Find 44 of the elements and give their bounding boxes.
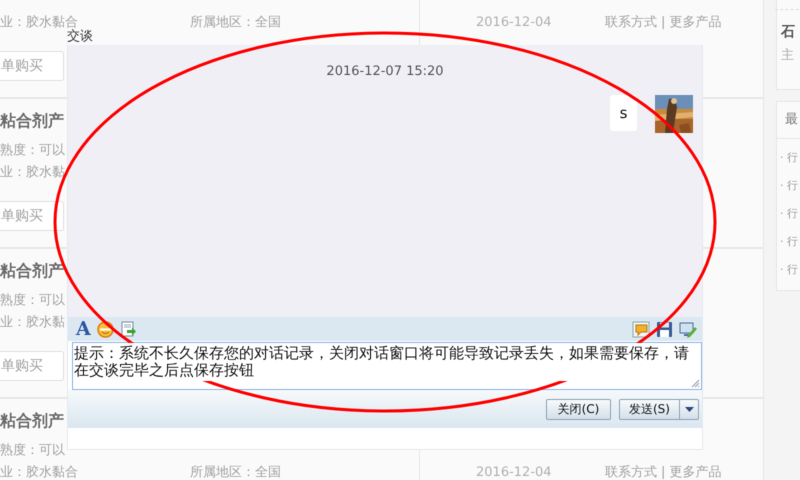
news-item[interactable]: · 行 bbox=[780, 256, 798, 284]
resize-grip-icon bbox=[691, 379, 700, 388]
news-item[interactable]: · 行 bbox=[780, 228, 798, 256]
region-text: 所属地区：全国 bbox=[190, 14, 281, 32]
company-name[interactable]: 石 bbox=[781, 22, 800, 42]
buy-button[interactable]: 单购买 bbox=[0, 201, 64, 231]
industry-text: 业：胶水黏 bbox=[0, 314, 65, 332]
buy-button[interactable]: 单购买 bbox=[0, 51, 64, 81]
news-item[interactable]: · 行 bbox=[780, 172, 798, 200]
product-title[interactable]: 粘合剂产 bbox=[0, 111, 64, 131]
more-products-link[interactable]: 更多产品 bbox=[669, 11, 722, 34]
news-item[interactable]: · 行 bbox=[780, 144, 798, 172]
region-text: 所属地区：全国 bbox=[190, 464, 281, 480]
section-title: 最 bbox=[785, 112, 798, 127]
more-products-link[interactable]: 更多产品 bbox=[669, 461, 722, 480]
send-button[interactable]: 发送(S) bbox=[619, 398, 680, 420]
business-text: 主 bbox=[781, 47, 795, 65]
link-separator: | bbox=[661, 14, 666, 32]
monitor-edit-icon[interactable] bbox=[679, 320, 697, 338]
chat-history-icon[interactable] bbox=[632, 320, 650, 338]
date-text: 2016-12-04 bbox=[476, 14, 552, 32]
maturity-text: 熟度：可以 bbox=[0, 292, 65, 310]
link-separator: | bbox=[661, 464, 666, 480]
export-file-icon[interactable] bbox=[120, 320, 137, 338]
caret-icon bbox=[684, 406, 694, 412]
maturity-text: 熟度：可以 bbox=[0, 442, 65, 460]
close-button[interactable]: 关闭(C) bbox=[546, 398, 611, 420]
contact-link[interactable]: 联系方式 bbox=[605, 461, 657, 480]
maturity-text: 熟度：可以 bbox=[0, 142, 65, 160]
dialog-title: 交谈 bbox=[67, 28, 93, 45]
font-icon[interactable]: A bbox=[76, 319, 91, 339]
message-input[interactable]: 提示：系统不长久保存您的对话记录，关闭对话窗口将可能导致记录丢失，如果需要保存，请在交谈完毕之后点保存按钮 bbox=[72, 342, 702, 390]
product-title[interactable]: 粘合剂产 bbox=[0, 411, 64, 431]
news-item[interactable]: · 行 bbox=[780, 200, 798, 228]
send-options-button[interactable] bbox=[680, 398, 699, 420]
message-bubble: s bbox=[610, 95, 637, 131]
contact-link[interactable]: 联系方式 bbox=[605, 11, 657, 34]
product-title[interactable]: 粘合剂产 bbox=[0, 261, 64, 281]
industry-text: 业：胶水黏 bbox=[0, 164, 65, 182]
date-text: 2016-12-04 bbox=[476, 464, 552, 480]
buy-button[interactable]: 单购买 bbox=[0, 351, 64, 381]
industry-text: 业：胶水黏合 bbox=[0, 14, 78, 30]
message-timestamp: 2016-12-07 15:20 bbox=[326, 65, 444, 79]
industry-text: 业：胶水黏合 bbox=[0, 464, 78, 480]
